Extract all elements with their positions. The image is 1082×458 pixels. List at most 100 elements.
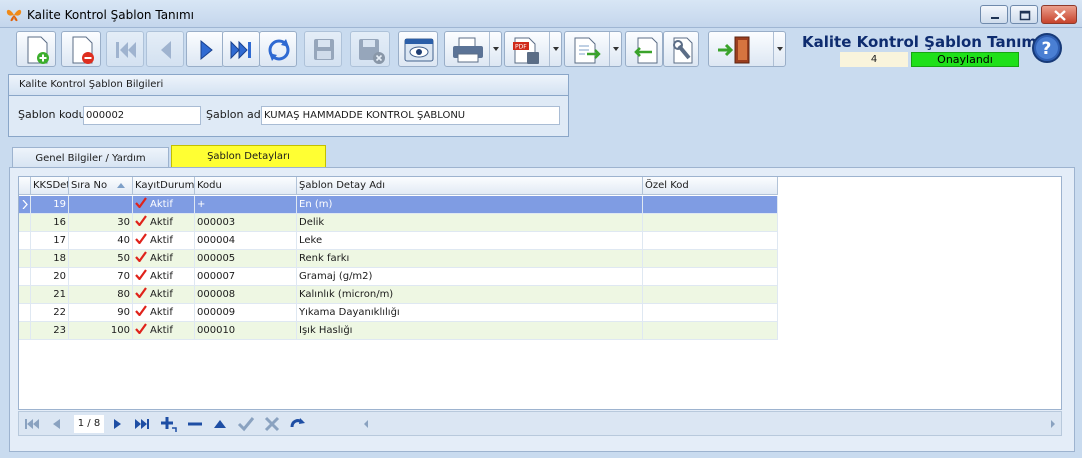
cell-code: 000010 <box>195 322 297 339</box>
minimize-button[interactable] <box>980 5 1008 24</box>
refresh-icon <box>268 39 290 61</box>
cell-id: 19 <box>31 196 69 213</box>
template-name-field[interactable]: KUMAŞ HAMMADDE KONTROL ŞABLONU <box>261 106 560 125</box>
last-icon <box>230 40 251 60</box>
column-header-code[interactable]: Kodu <box>195 177 297 195</box>
cell-code: 000007 <box>195 268 297 285</box>
preview-button[interactable] <box>398 31 438 67</box>
tab-general-info[interactable]: Genel Bilgiler / Yardım <box>12 147 169 168</box>
cell-sira: 30 <box>69 214 133 231</box>
print-button[interactable] <box>444 31 502 67</box>
cell-id: 16 <box>31 214 69 231</box>
cell-status-text: Aktif <box>150 253 173 264</box>
next-button[interactable] <box>186 31 224 67</box>
cell-id: 21 <box>31 286 69 303</box>
row-indicator <box>19 250 31 267</box>
record-number: 4 <box>840 52 908 67</box>
column-header-id[interactable]: KKSDetId <box>31 177 69 195</box>
table-row[interactable]: 18 50 Aktif 000005 Renk farkı <box>19 250 778 268</box>
column-header-sira-label: Sıra No <box>71 180 108 191</box>
pager-text: 1 / 8 <box>74 415 104 433</box>
indicator-header <box>19 177 31 195</box>
cell-id: 22 <box>31 304 69 321</box>
nav-first-icon[interactable] <box>23 415 41 433</box>
nav-next-icon[interactable] <box>109 415 127 433</box>
exit-dropdown-icon[interactable] <box>773 32 785 66</box>
nav-add-icon[interactable] <box>159 415 177 433</box>
help-icon: ? <box>1032 33 1062 63</box>
save-close-button[interactable] <box>350 31 390 67</box>
check-icon <box>135 215 147 226</box>
pdf-dropdown-icon[interactable] <box>549 32 561 66</box>
nav-delete-icon[interactable] <box>186 415 204 433</box>
column-header-sira[interactable]: Sıra No <box>69 177 133 195</box>
nav-prev-icon[interactable] <box>47 415 65 433</box>
cell-status-text: Aktif <box>150 217 173 228</box>
cell-special-code <box>643 304 778 321</box>
column-header-name[interactable]: Şablon Detay Adı <box>297 177 643 195</box>
printer-icon <box>453 37 483 63</box>
exit-button[interactable] <box>708 31 786 67</box>
save-close-icon <box>359 39 385 64</box>
cell-special-code <box>643 214 778 231</box>
table-row[interactable]: 23 100 Aktif 000010 Işık Haslığı <box>19 322 778 340</box>
template-code-field[interactable]: 000002 <box>83 106 201 125</box>
delete-document-icon <box>72 36 94 64</box>
nav-last-icon[interactable] <box>133 415 151 433</box>
table-row[interactable]: 20 70 Aktif 000007 Gramaj (g/m2) <box>19 268 778 286</box>
preview-icon <box>404 38 434 62</box>
last-button[interactable] <box>222 31 260 67</box>
pdf-button[interactable]: PDF <box>504 31 562 67</box>
table-row[interactable]: 17 40 Aktif 000004 Leke <box>19 232 778 250</box>
scroll-left-icon[interactable] <box>364 420 368 428</box>
export-dropdown-icon[interactable] <box>609 32 621 66</box>
cell-status: Aktif <box>133 196 195 213</box>
cell-status-text: Aktif <box>150 199 173 210</box>
cell-special-code <box>643 196 778 213</box>
cell-sira: 80 <box>69 286 133 303</box>
cell-name: Delik <box>297 214 643 231</box>
nav-cancel-icon[interactable] <box>263 415 281 433</box>
close-button[interactable] <box>1041 5 1077 24</box>
previous-button[interactable] <box>146 31 184 67</box>
table-row[interactable]: 19 Aktif + En (m) <box>19 196 778 214</box>
check-icon <box>135 287 147 298</box>
table-row[interactable]: 21 80 Aktif 000008 Kalınlık (micron/m) <box>19 286 778 304</box>
table-row[interactable]: 16 30 Aktif 000003 Delik <box>19 214 778 232</box>
butterfly-icon <box>6 9 22 22</box>
cell-sira <box>69 196 133 213</box>
check-icon <box>135 305 147 316</box>
print-dropdown-icon[interactable] <box>489 32 501 66</box>
first-button[interactable] <box>106 31 144 67</box>
export-button[interactable] <box>564 31 622 67</box>
import-button[interactable] <box>625 31 663 67</box>
settings-button[interactable] <box>663 31 699 67</box>
table-row[interactable]: 22 90 Aktif 000009 Yıkama Dayanıklılığı <box>19 304 778 322</box>
cell-status: Aktif <box>133 232 195 249</box>
save-button[interactable] <box>304 31 342 67</box>
cell-special-code <box>643 286 778 303</box>
refresh-button[interactable] <box>259 31 297 67</box>
scroll-right-icon[interactable] <box>1051 420 1055 428</box>
new-document-icon <box>27 36 49 64</box>
column-header-special-code[interactable]: Özel Kod <box>643 177 778 195</box>
row-indicator <box>19 214 31 231</box>
template-code-label: Şablon kodu <box>18 108 86 121</box>
new-button[interactable] <box>16 31 56 67</box>
grid-navigator: 1 / 8 <box>18 411 1062 436</box>
save-icon <box>314 39 334 60</box>
first-icon <box>116 42 136 58</box>
column-header-status[interactable]: KayıtDurumu <box>133 177 195 195</box>
minimize-icon <box>991 17 999 19</box>
nav-edit-icon[interactable] <box>211 415 229 433</box>
cell-sira: 40 <box>69 232 133 249</box>
maximize-button[interactable] <box>1010 5 1038 24</box>
nav-accept-icon[interactable] <box>237 415 255 433</box>
nav-refresh-icon[interactable] <box>289 415 307 433</box>
delete-button[interactable] <box>61 31 101 67</box>
help-button[interactable]: ? <box>1031 32 1063 64</box>
svg-text:PDF: PDF <box>515 44 527 51</box>
cell-sira: 70 <box>69 268 133 285</box>
tab-template-details[interactable]: Şablon Detayları <box>171 145 326 168</box>
cell-name: Yıkama Dayanıklılığı <box>297 304 643 321</box>
